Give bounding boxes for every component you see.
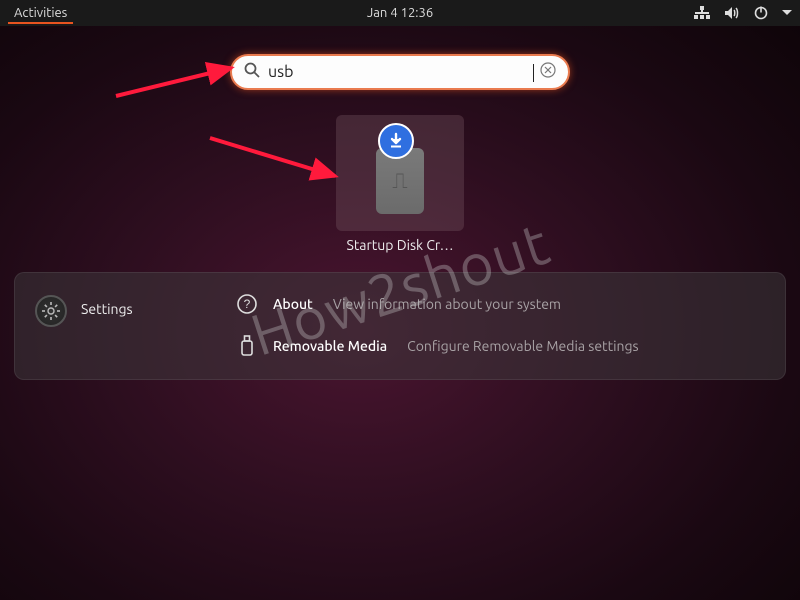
activities-button[interactable]: Activities xyxy=(8,2,73,24)
settings-item-desc: Configure Removable Media settings xyxy=(407,338,638,354)
download-badge-icon xyxy=(378,123,414,159)
settings-item-name: Removable Media xyxy=(273,338,387,354)
search-bar: usb xyxy=(230,54,570,90)
search-icon xyxy=(244,62,260,82)
svg-text:?: ? xyxy=(244,297,251,311)
search-input[interactable]: usb xyxy=(268,63,532,81)
volume-icon xyxy=(724,6,740,20)
status-area[interactable] xyxy=(694,6,792,20)
top-bar: Activities Jan 4 12:36 xyxy=(0,0,800,26)
gear-icon xyxy=(35,295,67,327)
settings-item-name: About xyxy=(273,296,313,312)
app-label: Startup Disk Cr… xyxy=(336,237,464,253)
clear-icon[interactable] xyxy=(540,62,556,82)
settings-header: Settings xyxy=(35,291,195,357)
chevron-down-icon xyxy=(782,9,792,17)
settings-item-removable-media[interactable]: Removable Media Configure Removable Medi… xyxy=(235,335,765,357)
app-result-startup-disk-creator[interactable]: ⎍ Startup Disk Cr… xyxy=(336,115,464,253)
clock[interactable]: Jan 4 12:36 xyxy=(367,6,433,20)
app-icon: ⎍ xyxy=(336,115,464,231)
network-icon xyxy=(694,6,710,20)
settings-title: Settings xyxy=(81,295,133,317)
removable-media-icon xyxy=(235,335,259,357)
settings-item-desc: View information about your system xyxy=(333,296,561,312)
settings-panel: Settings ? About View information about … xyxy=(14,272,786,380)
annotation-arrow xyxy=(113,56,243,106)
search-field[interactable]: usb xyxy=(230,54,570,90)
about-icon: ? xyxy=(235,293,259,315)
settings-item-about[interactable]: ? About View information about your syst… xyxy=(235,293,765,315)
power-icon xyxy=(754,6,768,20)
annotation-arrow xyxy=(207,130,347,190)
